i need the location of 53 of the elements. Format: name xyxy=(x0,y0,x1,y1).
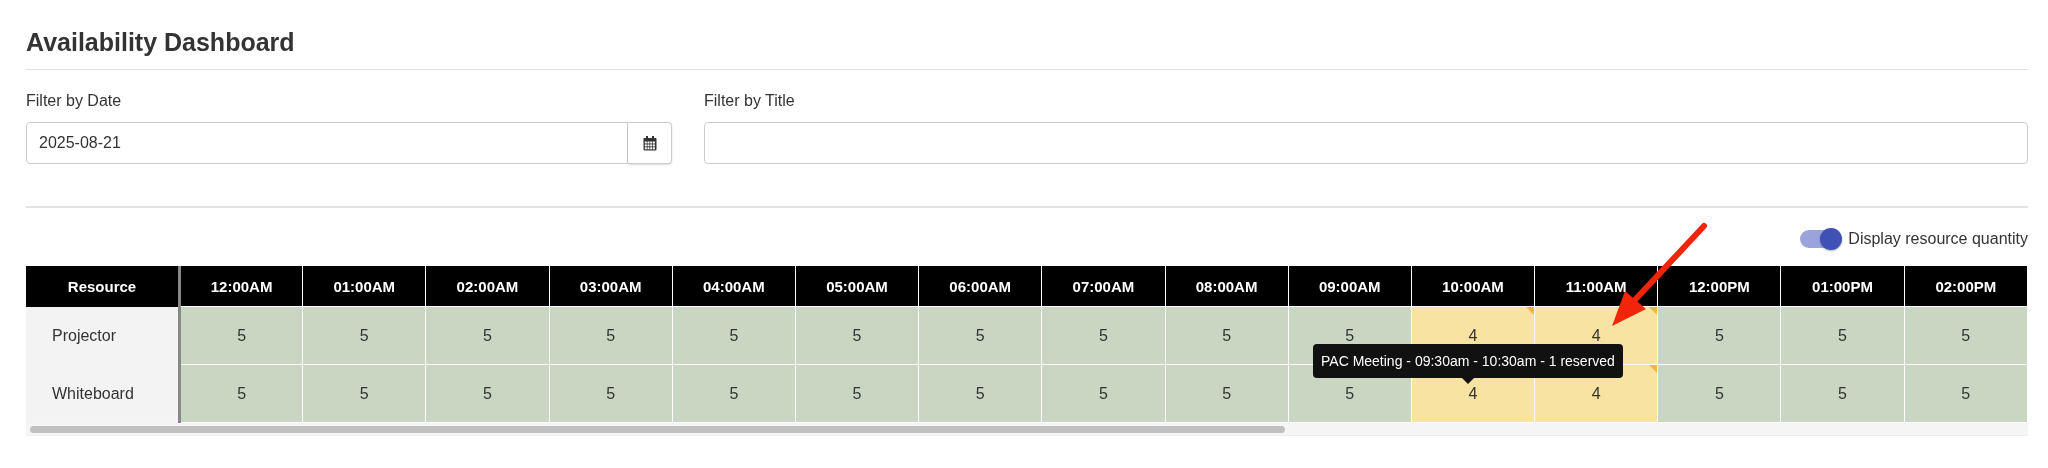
date-field[interactable]: 2025-08-21 xyxy=(26,122,628,164)
column-header: Resource xyxy=(26,266,180,307)
resource-cell: Whiteboard xyxy=(26,364,180,423)
available-cell: 5 xyxy=(179,364,303,423)
calendar-icon xyxy=(642,135,657,151)
available-cell: 5 xyxy=(1904,306,2028,365)
available-cell: 5 xyxy=(918,364,1042,423)
available-cell: 5 xyxy=(672,364,796,423)
available-cell: 5 xyxy=(549,364,673,423)
available-cell: 5 xyxy=(795,306,919,365)
available-cell: 5 xyxy=(795,364,919,423)
column-header: 01:00PM xyxy=(1780,266,1905,307)
available-cell: 5 xyxy=(1657,306,1781,365)
field-label: Filter by Date xyxy=(26,92,123,110)
available-cell: 5 xyxy=(918,306,1042,365)
available-cell: 5 xyxy=(302,364,426,423)
available-cell: 5 xyxy=(425,364,550,423)
column-header: 12:00PM xyxy=(1657,266,1781,307)
available-cell: 5 xyxy=(1780,306,1905,365)
available-cell: 5 xyxy=(549,306,673,365)
field-label: Filter by Title xyxy=(704,92,796,110)
tooltip-pointer xyxy=(1461,378,1474,384)
column-header: 07:00AM xyxy=(1041,266,1165,307)
column-header: 05:00AM xyxy=(795,266,919,307)
available-cell: 5 xyxy=(1780,364,1905,423)
column-header: 03:00AM xyxy=(549,266,673,307)
resource-cell: Projector xyxy=(26,306,180,365)
column-header: 10:00AM xyxy=(1411,266,1535,307)
column-header: 08:00AM xyxy=(1165,266,1289,307)
available-cell: 5 xyxy=(1041,364,1165,423)
toggle-label: Display resource quantity xyxy=(1848,230,2028,248)
available-cell: 5 xyxy=(179,306,303,365)
available-cell: 5 xyxy=(302,306,426,365)
available-cell: 5 xyxy=(1904,364,2028,423)
available-cell: 5 xyxy=(1041,306,1165,365)
column-header: 02:00AM xyxy=(425,266,550,307)
toggle-switch[interactable] xyxy=(1800,230,1841,248)
available-cell: 5 xyxy=(1657,364,1781,423)
available-cell: 5 xyxy=(1165,306,1289,365)
column-header: 12:00AM xyxy=(179,266,303,307)
page-title: Availability Dashboard xyxy=(26,28,2028,70)
calendar-button[interactable] xyxy=(628,122,672,164)
tooltip: PAC Meeting - 09:30am - 10:30am - 1 reserved xyxy=(1313,344,1623,378)
column-header: 01:00AM xyxy=(302,266,426,307)
column-header: 06:00AM xyxy=(918,266,1042,307)
column-header: 09:00AM xyxy=(1288,266,1412,307)
scrollbar[interactable] xyxy=(30,425,1285,433)
available-cell: 5 xyxy=(425,306,550,365)
title-field[interactable] xyxy=(704,122,2028,164)
available-cell: 5 xyxy=(1165,364,1289,423)
available-cell: 5 xyxy=(672,306,796,365)
column-header: 02:00PM xyxy=(1904,266,2028,307)
column-header: 04:00AM xyxy=(672,266,796,307)
